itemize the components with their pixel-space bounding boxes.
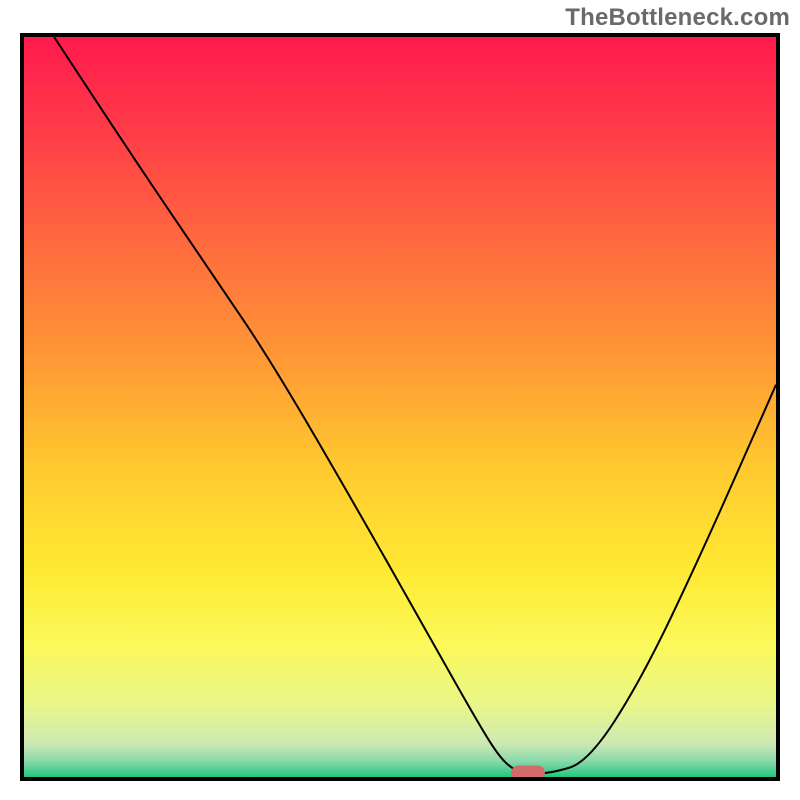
chart-frame: TheBottleneck.com: [0, 0, 800, 800]
bottleneck-curve: [54, 37, 776, 773]
plot-area: [20, 33, 780, 781]
optimal-marker: [511, 766, 545, 781]
watermark-text: TheBottleneck.com: [565, 4, 790, 32]
curve-layer: [24, 37, 776, 777]
